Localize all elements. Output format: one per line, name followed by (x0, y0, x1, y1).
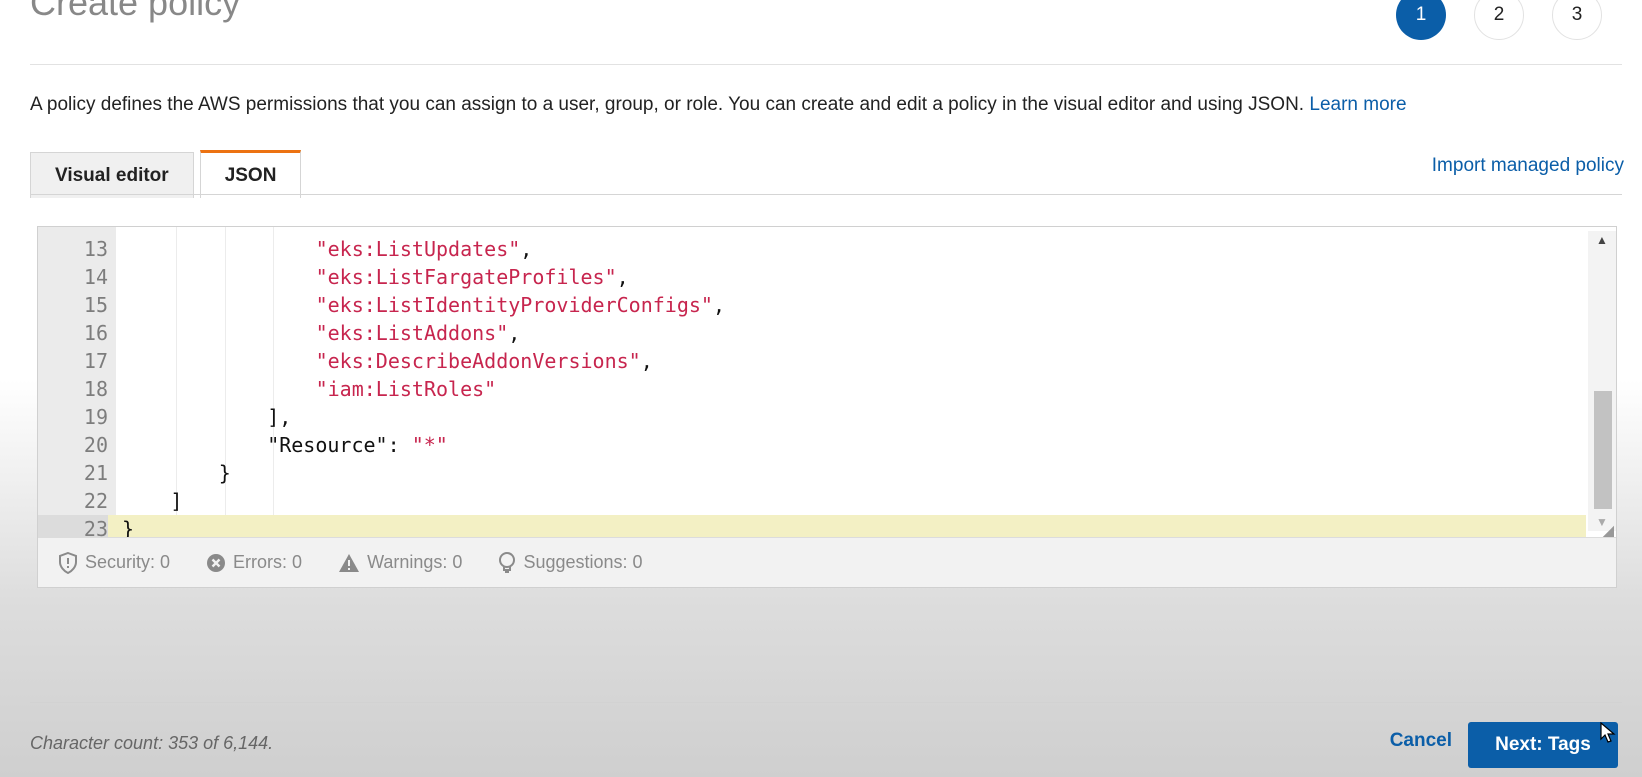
code-line[interactable]: 23} (38, 515, 1586, 537)
code-text: "iam:ListRoles" (315, 377, 497, 401)
code-line[interactable]: 16 "eks:ListAddons", (38, 319, 1586, 347)
code-text: "eks:ListAddons", (315, 321, 521, 345)
code-text: ], (267, 405, 292, 429)
code-line[interactable]: 17 "eks:DescribeAddonVersions", (38, 347, 1586, 375)
tab-visual-editor[interactable]: Visual editor (30, 152, 194, 198)
status-errors[interactable]: Errors: 0 (206, 552, 302, 573)
line-number: 17 (83, 349, 108, 373)
line-number: 22 (83, 489, 108, 513)
code-line[interactable]: 15 "eks:ListIdentityProviderConfigs", (38, 291, 1586, 319)
scrollbar-thumb[interactable] (1594, 391, 1612, 509)
intro-text: A policy defines the AWS permissions tha… (30, 94, 1305, 115)
step-indicator: 1 2 3 (1396, 0, 1602, 40)
code-line[interactable]: 18 "iam:ListRoles" (38, 375, 1586, 403)
mouse-pointer-icon (1600, 721, 1616, 749)
next-tags-button[interactable]: Next: Tags (1468, 722, 1618, 768)
status-security[interactable]: Security: 0 (58, 551, 171, 574)
editor-scrollbar[interactable]: ▲ ▼ (1588, 231, 1616, 531)
character-count: Character count: 353 of 6,144. (30, 733, 274, 753)
line-number: 18 (83, 377, 108, 401)
line-number: 13 (83, 237, 108, 261)
code-text: "eks:ListFargateProfiles", (315, 265, 629, 289)
code-line[interactable]: 20 "Resource": "*" (38, 431, 1586, 459)
learn-more-link[interactable]: Learn more (1309, 94, 1406, 115)
footer-divider (30, 702, 1622, 703)
error-circle-icon (206, 553, 226, 573)
code-line[interactable]: 21} (38, 459, 1586, 487)
warnings-count: Warnings: 0 (367, 552, 463, 572)
line-number: 16 (83, 321, 108, 345)
line-number: 20 (83, 433, 108, 457)
code-text: } (122, 517, 135, 537)
code-text: "Resource": "*" (267, 433, 448, 457)
code-text: ] (170, 489, 183, 513)
header-divider (30, 64, 1622, 65)
code-line[interactable]: 14 "eks:ListFargateProfiles", (38, 263, 1586, 291)
page-title: Create policy (30, 0, 241, 23)
step-1[interactable]: 1 (1396, 0, 1446, 40)
cancel-button[interactable]: Cancel (1390, 730, 1452, 752)
intro-description: A policy defines the AWS permissions tha… (30, 94, 1407, 116)
step-3[interactable]: 3 (1552, 0, 1602, 40)
code-text: "eks:ListUpdates", (315, 237, 533, 261)
import-managed-policy-link[interactable]: Import managed policy (1432, 155, 1624, 177)
tab-json[interactable]: JSON (199, 150, 302, 198)
errors-count: Errors: 0 (233, 552, 303, 572)
line-number: 23 (38, 515, 108, 537)
json-editor[interactable]: 13 "eks:ListUpdates", 14 "eks:ListFargatePr… (37, 226, 1617, 588)
line-number: 15 (83, 293, 108, 317)
status-warnings[interactable]: Warnings: 0 (338, 552, 462, 573)
code-line[interactable]: 13 "eks:ListUpdates", (38, 235, 1586, 263)
line-number: 14 (83, 265, 108, 289)
validation-status-bar: Security: 0 Errors: 0 Warnings: 0 Sugges… (38, 537, 1616, 587)
code-line[interactable]: 22] (38, 487, 1586, 515)
line-number: 19 (83, 405, 108, 429)
shield-icon (58, 551, 78, 574)
code-text: "eks:DescribeAddonVersions", (315, 349, 653, 373)
code-text: "eks:ListIdentityProviderConfigs", (315, 293, 725, 317)
line-number: 21 (83, 461, 108, 485)
editor-tabs: Visual editor JSON (30, 148, 302, 198)
tabs-divider (30, 194, 1622, 195)
security-count: Security: 0 (85, 552, 171, 572)
lightbulb-icon (498, 551, 516, 574)
code-area[interactable]: 13 "eks:ListUpdates", 14 "eks:ListFargatePr… (38, 227, 1586, 537)
code-line[interactable]: 19], (38, 403, 1586, 431)
status-suggestions[interactable]: Suggestions: 0 (498, 551, 643, 574)
warning-triangle-icon (338, 553, 360, 573)
scroll-up-arrow-icon[interactable]: ▲ (1588, 233, 1616, 247)
code-text: } (218, 461, 231, 485)
suggestions-count: Suggestions: 0 (523, 552, 643, 572)
step-2[interactable]: 2 (1474, 0, 1524, 40)
